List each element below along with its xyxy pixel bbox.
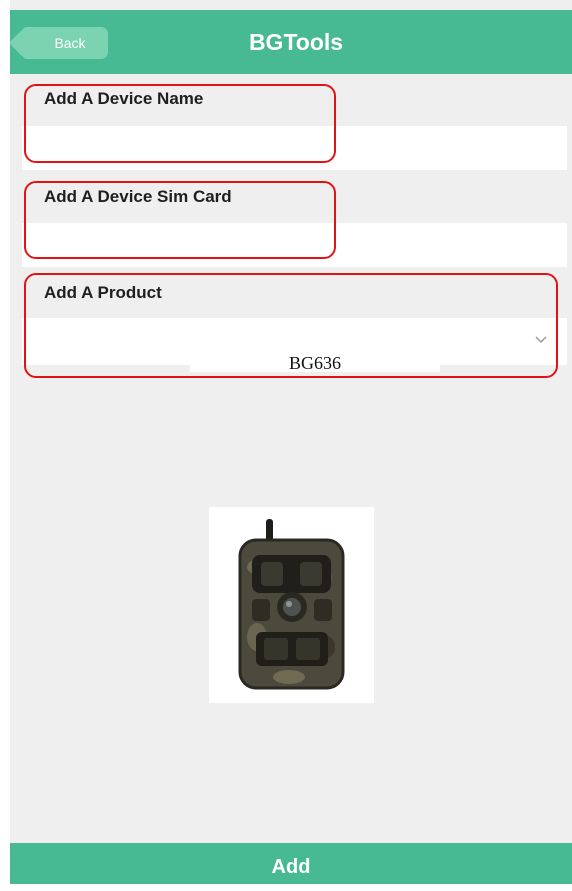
sim-card-field [22,223,567,267]
nav-bar: Back BGTools [10,10,572,74]
app-screen: Back BGTools Add A Device Name Add A Dev… [10,0,572,884]
product-selected-value[interactable]: BG636 [190,340,440,372]
device-name-input[interactable] [22,126,567,170]
device-name-field [22,126,567,170]
back-button-label: Back [54,35,86,51]
back-button[interactable]: Back [22,27,108,59]
product-label: Add A Product [44,283,162,302]
sim-card-input[interactable] [22,223,567,267]
sim-card-label: Add A Device Sim Card [44,187,232,206]
chevron-down-icon[interactable] [533,331,549,347]
trail-camera-image [238,519,345,690]
product-image [209,507,374,703]
add-button[interactable]: Add [10,843,572,884]
device-name-label: Add A Device Name [44,89,204,108]
